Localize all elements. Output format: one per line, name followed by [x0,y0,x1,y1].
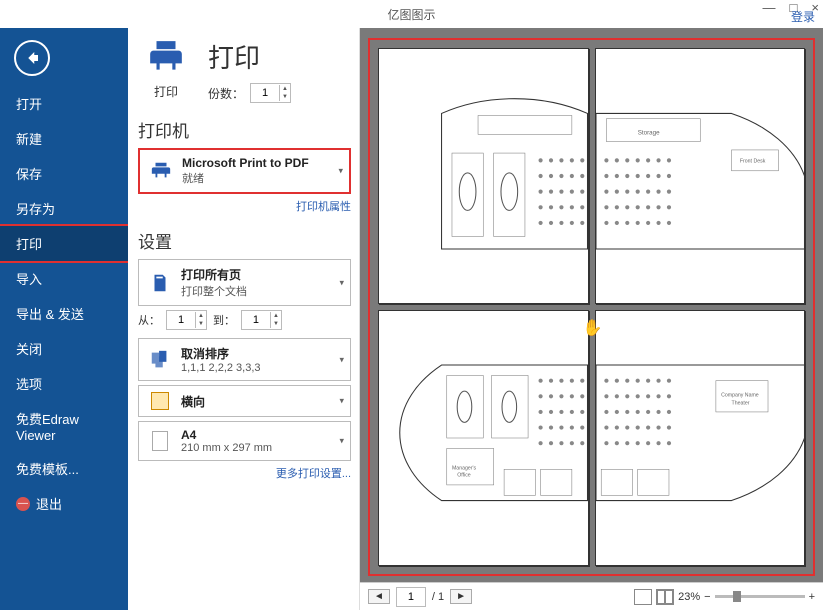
multi-page-view-icon[interactable] [656,589,674,605]
backstage-sidebar: 打开 新建 保存 另存为 打印 导入 导出 & 发送 关闭 选项 免费Edraw… [0,28,128,610]
page-icon [152,431,168,451]
arrow-left-icon [23,49,41,67]
dropdown-icon: ▾ [339,436,344,447]
nav-exit[interactable]: — 退出 [0,486,128,521]
print-button[interactable]: 打印 [138,38,194,100]
copies-spinner[interactable]: ▲▼ [250,83,291,103]
zoom-in-button[interactable]: + [809,591,815,603]
dropdown-icon: ▾ [339,396,344,407]
dropdown-icon: ▾ [339,277,344,288]
collate-selector[interactable]: 取消排序 1,1,1 2,2,2 3,3,3 ▾ [138,338,351,381]
svg-text:Office: Office [457,473,471,479]
nav-print[interactable]: 打印 [0,224,130,263]
paper-sub: 210 mm x 297 mm [181,442,272,454]
copies-down-icon[interactable]: ▼ [280,93,290,101]
preview-tile-2: Storage Front Desk [595,48,806,304]
collate-sub: 1,1,1 2,2,2 3,3,3 [181,362,261,374]
login-link[interactable]: 登录 [791,8,815,25]
minimize-icon[interactable]: — [763,0,776,15]
printer-section-label: 打印机 [138,117,351,142]
preview-tile-4: Company Name Theater [595,310,806,566]
pages-icon [149,272,171,294]
print-title-block: 打印 份数： ▲▼ [208,38,291,103]
zoom-out-button[interactable]: − [704,591,710,603]
settings-section-label: 设置 [138,228,351,253]
preview-canvas[interactable]: Storage Front Desk Manager's Office Compan… [368,38,815,576]
orientation-title: 横向 [181,393,205,410]
print-title: 打印 [208,38,291,75]
paper-size-selector[interactable]: A4 210 mm x 297 mm ▾ [138,421,351,461]
svg-text:Storage: Storage [637,129,659,136]
nav-save[interactable]: 保存 [0,156,128,191]
paper-title: A4 [181,428,272,442]
dropdown-icon: ▾ [339,354,344,365]
nav-open[interactable]: 打开 [0,86,128,121]
page-spinner[interactable] [396,587,426,607]
copies-up-icon[interactable]: ▲ [280,85,290,93]
copies-label: 份数： [208,85,244,102]
nav-options[interactable]: 选项 [0,366,128,401]
back-button[interactable] [14,40,50,76]
svg-text:Theater: Theater [731,401,749,407]
landscape-icon [151,392,169,410]
svg-text:Front Desk: Front Desk [739,158,765,164]
orientation-selector[interactable]: 横向 ▾ [138,385,351,417]
printer-icon [147,38,185,76]
next-page-button[interactable]: ► [450,589,472,604]
preview-tile-3: Manager's Office [378,310,589,566]
printer-small-icon [150,160,172,182]
print-settings-panel: 打印 打印 份数： ▲▼ 打印机 Microsoft Print to PDF … [128,28,360,610]
nav-viewer[interactable]: 免费Edraw Viewer [0,401,128,451]
print-preview-pane: 登录 StorageFront Desk Manager'sOffice Com… [360,28,823,610]
exit-icon: — [16,497,30,511]
nav-export[interactable]: 导出 & 发送 [0,296,128,331]
printer-selector[interactable]: Microsoft Print to PDF 就绪 ▾ [138,148,351,194]
print-button-label: 打印 [138,83,194,100]
more-settings-link[interactable]: 更多打印设置... [138,465,351,481]
print-scope-selector[interactable]: 打印所有页 打印整个文档 ▾ [138,259,351,306]
app-title: 亿图图示 [387,6,435,23]
to-label: 到： [213,312,235,328]
collate-icon [149,349,171,371]
svg-text:Company Name: Company Name [721,392,759,398]
printer-name: Microsoft Print to PDF [182,156,309,170]
print-header: 打印 打印 份数： ▲▼ [138,38,351,103]
to-spinner[interactable]: ▲▼ [241,310,282,330]
main-area: 打开 新建 保存 另存为 打印 导入 导出 & 发送 关闭 选项 免费Edraw… [0,28,823,610]
nav-import[interactable]: 导入 [0,261,128,296]
printer-status: 就绪 [182,170,309,186]
to-input[interactable] [242,314,270,326]
zoom-value: 23% [678,591,700,603]
nav-exit-label: 退出 [36,494,62,513]
single-page-view-icon[interactable] [634,589,652,605]
dropdown-icon: ▾ [338,166,343,177]
from-spinner[interactable]: ▲▼ [166,310,207,330]
svg-text:Manager's: Manager's [452,465,477,471]
page-total: / 1 [432,591,444,603]
page-range-row: 从： ▲▼ 到： ▲▼ [138,310,351,330]
title-bar: 亿图图示 — □ × [0,0,823,28]
zoom-slider[interactable] [715,595,805,598]
nav-new[interactable]: 新建 [0,121,128,156]
copies-row: 份数： ▲▼ [208,83,291,103]
nav-templates[interactable]: 免费模板... [0,451,128,486]
printer-properties-link[interactable]: 打印机属性 [138,198,351,214]
scope-title: 打印所有页 [181,266,247,283]
from-input[interactable] [167,314,195,326]
from-label: 从： [138,312,160,328]
page-input[interactable] [397,591,425,603]
nav-saveas[interactable]: 另存为 [0,191,128,226]
copies-input[interactable] [251,87,279,99]
preview-tile-1 [378,48,589,304]
prev-page-button[interactable]: ◄ [368,589,390,604]
preview-footer: ◄ / 1 ► 23% − + [360,582,823,610]
scope-sub: 打印整个文档 [181,283,247,299]
nav-close[interactable]: 关闭 [0,331,128,366]
collate-title: 取消排序 [181,345,261,362]
